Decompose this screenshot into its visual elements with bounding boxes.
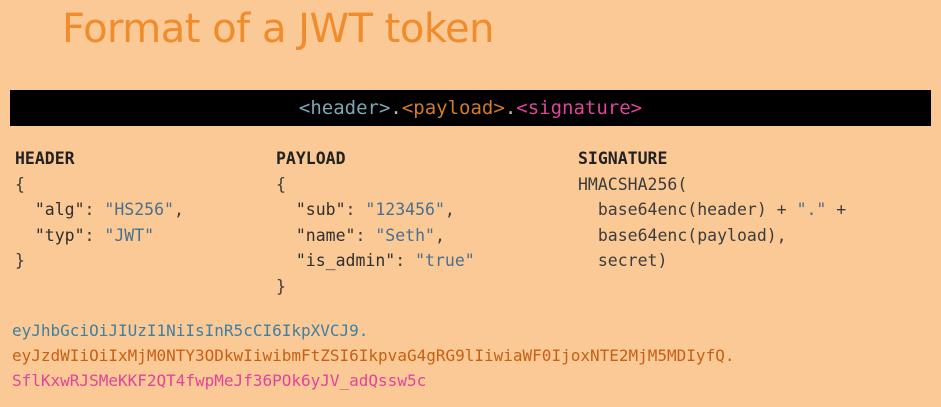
typ-value: "JWT" (104, 225, 155, 245)
brace-close: } (276, 276, 286, 296)
sig-line-2: base64enc(payload), (597, 225, 787, 245)
sub-value: "123456" (365, 200, 445, 219)
sig-plus: + (826, 200, 847, 219)
typ-key: "typ" (34, 225, 85, 245)
sig-line-3: secret) (597, 251, 668, 270)
name-value: "Seth" (375, 225, 435, 245)
alg-key: "alg" (34, 200, 85, 219)
format-payload-part: <payload> (401, 97, 505, 119)
signature-heading: SIGNATURE (578, 149, 668, 168)
header-heading: HEADER (15, 149, 75, 168)
payload-heading: PAYLOAD (276, 149, 346, 168)
format-header-part: <header> (298, 97, 391, 119)
format-signature-part: <signature> (516, 97, 643, 119)
format-dot: . (504, 97, 517, 119)
is-admin-key: "is_admin" (295, 251, 396, 270)
token-payload-part: eyJzdWIiOiIxMjM0NTY3ODkwIiwibmFtZSI6Ikpv… (12, 346, 735, 365)
sig-line-1: base64enc(header) + (597, 200, 797, 219)
token-signature-part: SflKxwRJSMeKKF2QT4fwpMeJf36POk6yJV_adQss… (12, 371, 427, 390)
brace-open: { (15, 174, 25, 194)
slide-title: Format of a JWT token (62, 6, 495, 52)
format-dot: . (390, 97, 402, 119)
brace-close: } (15, 251, 25, 270)
token-header-part: eyJhbGciOiJIUzI1NiIsInR5cCI6IkpXVCJ9. (12, 321, 369, 340)
is-admin-value: "true" (415, 251, 475, 270)
jwt-format-bar: <header>. <payload>. <signature> (10, 90, 931, 126)
header-column: HEADER { "alg": "HS256", "typ": "JWT" } (15, 149, 184, 270)
hmac-function: HMACSHA256( (578, 174, 688, 194)
payload-column: PAYLOAD { "sub": "123456", "name": "Seth… (276, 149, 475, 296)
name-key: "name" (295, 225, 356, 245)
signature-column: SIGNATURE HMACSHA256( base64enc(header) … (578, 146, 846, 274)
encoded-token: eyJhbGciOiJIUzI1NiIsInR5cCI6IkpXVCJ9. ey… (12, 318, 734, 393)
sub-key: "sub" (295, 200, 346, 219)
sig-dot-literal: "." (796, 200, 827, 219)
brace-open: { (276, 174, 286, 194)
alg-value: "HS256" (104, 200, 174, 219)
